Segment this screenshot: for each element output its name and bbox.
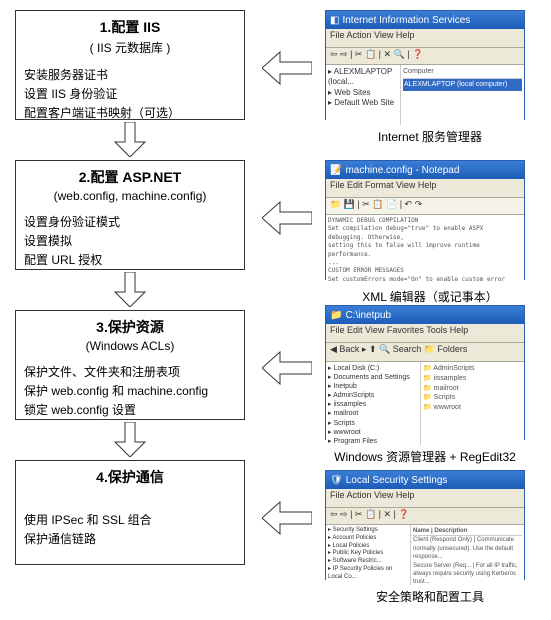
arrow-down-icon	[110, 272, 150, 307]
screenshot-iis: ◧ Internet Information Services File Act…	[325, 10, 525, 120]
screenshot-menubar: File Action View Help	[326, 29, 524, 48]
screenshot-menubar: File Edit Format View Help	[326, 179, 524, 198]
screenshot-body: ▸ Local Disk (C:) ▸ Documents and Settin…	[326, 362, 524, 445]
screenshot-caption: Windows 资源管理器 + RegEdit32	[320, 448, 530, 465]
screenshot-titlebar: 📁 C:\inetpub	[326, 306, 524, 324]
tree-panel: ▸ Local Disk (C:) ▸ Documents and Settin…	[326, 362, 421, 445]
arrow-left-icon	[262, 50, 312, 86]
screenshot-body: DYNAMIC DEBUG COMPILATION Set compilatio…	[326, 215, 524, 285]
screenshot-explorer: 📁 C:\inetpub File Edit View Favorites To…	[325, 305, 525, 440]
step-box-4: 4.保护通信 使用 IPSec 和 SSL 组合 保护通信链路	[15, 460, 245, 565]
step-subtitle: (web.config, machine.config)	[24, 189, 236, 203]
arrow-down-icon	[110, 422, 150, 457]
step-items: 保护文件、文件夹和注册表项 保护 web.config 和 machine.co…	[24, 363, 236, 421]
screenshot-security: 🛡 Local Security Settings File Action Vi…	[325, 470, 525, 580]
arrow-left-icon	[262, 200, 312, 236]
step-subtitle: ( IIS 元数据库 )	[24, 39, 236, 56]
flow-diagram: 1.配置 IIS ( IIS 元数据库 ) 安装服务器证书 设置 IIS 身份验…	[10, 10, 541, 610]
step-items: 设置身份验证模式 设置模拟 配置 URL 授权	[24, 213, 236, 271]
step-title: 1.配置 IIS	[24, 17, 236, 37]
arrow-left-icon	[262, 350, 312, 386]
step-subtitle: (Windows ACLs)	[24, 339, 236, 353]
screenshot-toolbar: ⇦ ⇨ | ✂ 📋 | ✕ 🔍 | ❓	[326, 48, 524, 65]
step-title: 3.保护资源	[24, 317, 236, 337]
list-panel: Name | Description Client (Respond Only)…	[411, 525, 524, 585]
screenshot-menubar: File Action View Help	[326, 489, 524, 508]
screenshot-body: ▸ ALEXMLAPTOP (local... ▸ Web Sites ▸ De…	[326, 65, 524, 125]
screenshot-caption: XML 编辑器（或记事本）	[325, 288, 535, 305]
step-box-2: 2.配置 ASP.NET (web.config, machine.config…	[15, 160, 245, 270]
step-title: 4.保护通信	[24, 467, 236, 487]
step-items: 使用 IPSec 和 SSL 组合 保护通信链路	[24, 511, 236, 549]
tree-panel: ▸ ALEXMLAPTOP (local... ▸ Web Sites ▸ De…	[326, 65, 401, 125]
app-icon: 📝	[330, 165, 342, 176]
screenshot-body: ▸ Security Settings ▸ Account Policies ▸…	[326, 525, 524, 585]
folder-icon: 📁	[330, 310, 342, 321]
arrow-left-icon	[262, 500, 312, 536]
folder-panel: 📁 AdminScripts 📁 iissamples 📁 mailroot 📁…	[421, 362, 524, 445]
screenshot-toolbar: ◀ Back ▸ ⬆ 🔍 Search 📁 Folders	[326, 343, 524, 362]
app-icon: ◧	[330, 15, 339, 26]
screenshot-titlebar: 🛡 Local Security Settings	[326, 471, 524, 489]
tree-panel: ▸ Security Settings ▸ Account Policies ▸…	[326, 525, 411, 585]
screenshot-caption: 安全策略和配置工具	[325, 588, 535, 605]
shield-icon: 🛡	[330, 475, 343, 486]
text-content: DYNAMIC DEBUG COMPILATION Set compilatio…	[326, 215, 524, 285]
step-title: 2.配置 ASP.NET	[24, 167, 236, 187]
list-panel: Computer ALEXMLAPTOP (local computer)	[401, 65, 524, 125]
screenshot-titlebar: 📝 machine.config - Notepad	[326, 161, 524, 179]
screenshot-toolbar: 📁 💾 | ✂ 📋 📄 | ↶ ↷	[326, 198, 524, 215]
screenshot-toolbar: ⇦ ⇨ | ✂ 📋 | ✕ | ❓	[326, 508, 524, 525]
screenshot-titlebar: ◧ Internet Information Services	[326, 11, 524, 29]
arrow-down-icon	[110, 122, 150, 157]
screenshot-xml-editor: 📝 machine.config - Notepad File Edit For…	[325, 160, 525, 280]
screenshot-menubar: File Edit View Favorites Tools Help	[326, 324, 524, 343]
step-box-3: 3.保护资源 (Windows ACLs) 保护文件、文件夹和注册表项 保护 w…	[15, 310, 245, 420]
screenshot-caption: Internet 服务管理器	[325, 128, 535, 145]
step-box-1: 1.配置 IIS ( IIS 元数据库 ) 安装服务器证书 设置 IIS 身份验…	[15, 10, 245, 120]
step-items: 安装服务器证书 设置 IIS 身份验证 配置客户端证书映射（可选）	[24, 66, 236, 124]
